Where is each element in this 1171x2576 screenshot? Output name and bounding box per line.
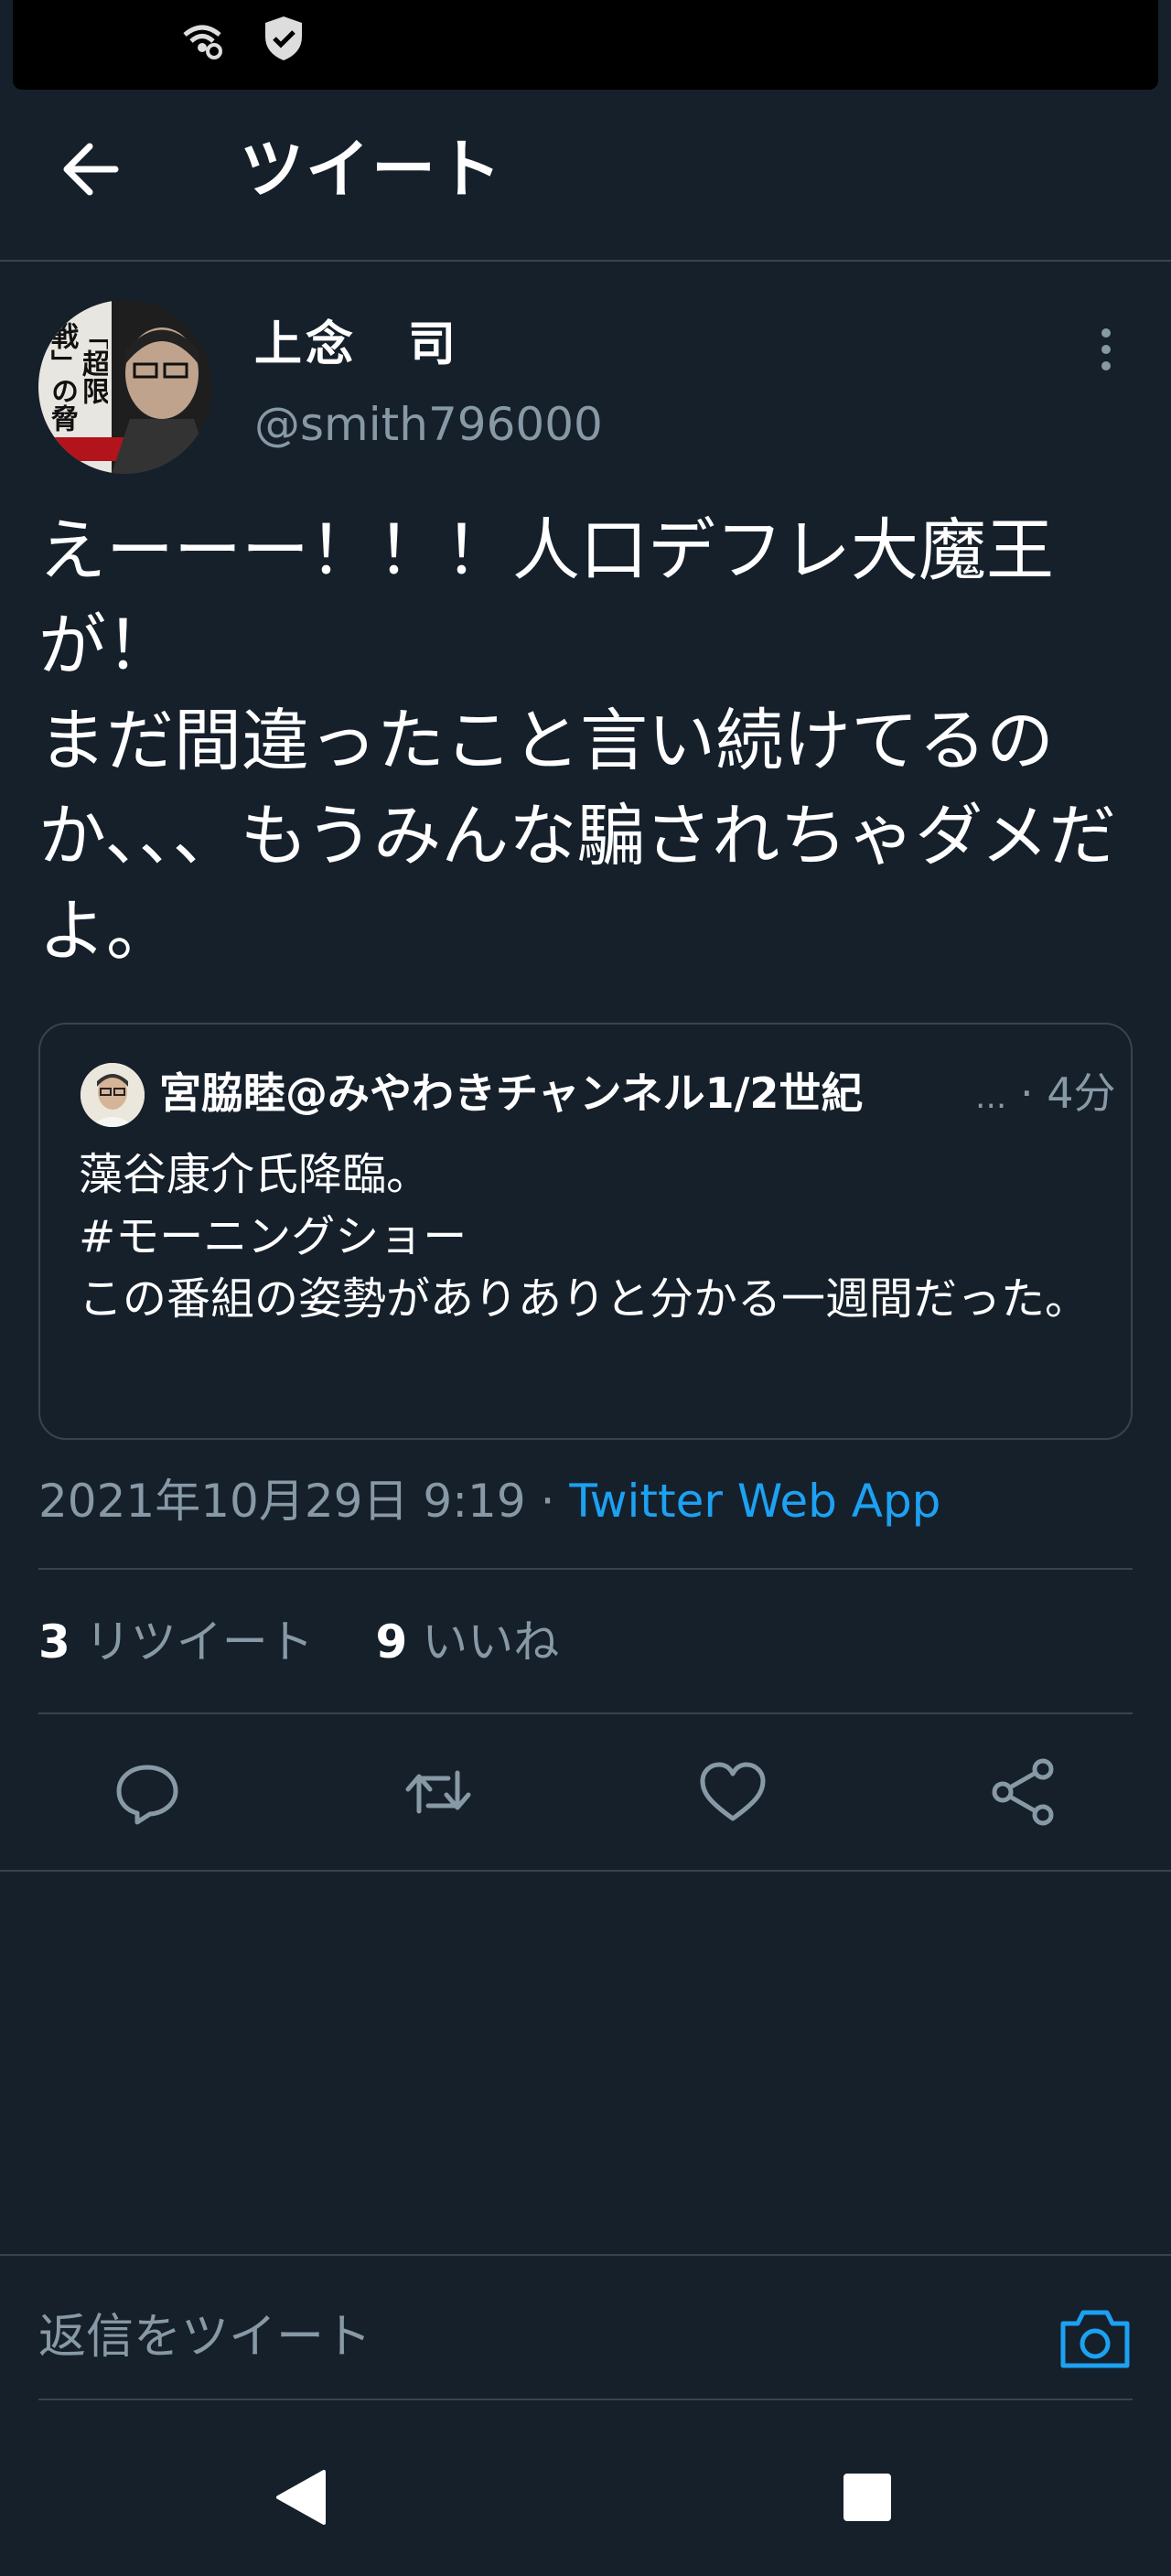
- status-bar: [13, 0, 1158, 90]
- wifi-calling-icon: [179, 18, 225, 60]
- reply-icon: [116, 1765, 178, 1825]
- back-button[interactable]: [51, 128, 134, 210]
- camera-button[interactable]: [1054, 2298, 1136, 2380]
- share-button[interactable]: [983, 1751, 1065, 1833]
- likes-count: 9: [375, 1615, 408, 1669]
- like-icon: [700, 1762, 766, 1821]
- shield-check-icon: [262, 15, 306, 62]
- quoted-avatar-image: [81, 1063, 145, 1127]
- divider: [38, 2399, 1133, 2400]
- tweet-timestamp: 2021年10月29日 9:19: [38, 1475, 526, 1528]
- quoted-name-ellipsis: ...: [975, 1079, 1007, 1116]
- author-handle[interactable]: @smith796000: [254, 395, 603, 454]
- app-header: [0, 90, 1171, 262]
- like-button[interactable]: [692, 1751, 774, 1833]
- nav-back-button[interactable]: [265, 2461, 338, 2534]
- avatar-text: 「超限戦」の脅威: [44, 322, 108, 432]
- author-name[interactable]: 上念 司: [254, 313, 459, 377]
- retweets-stat[interactable]: 3 リツイート: [38, 1615, 314, 1669]
- divider: [38, 1712, 1133, 1714]
- divider: [0, 1870, 1171, 1872]
- divider: [0, 2254, 1171, 2256]
- tweet-source-link[interactable]: Twitter Web App: [569, 1475, 940, 1528]
- reply-button[interactable]: [106, 1751, 188, 1833]
- quoted-tweet-text: 藻谷康介氏降臨。 #モーニングショー この番組の姿勢がありありと分かる一週間だっ…: [79, 1149, 1090, 1325]
- quoted-author-avatar: [81, 1063, 145, 1127]
- more-button[interactable]: [1083, 322, 1129, 377]
- quoted-time-separator: ·: [1019, 1068, 1047, 1118]
- likes-stat[interactable]: 9 いいね: [376, 1615, 560, 1669]
- tweet-meta: 2021年10月29日 9:19 · Twitter Web App: [38, 1469, 940, 1533]
- reply-input[interactable]: [38, 2296, 953, 2378]
- quoted-author-name: 宮脇睦@みやわきチャンネル1/2世紀: [159, 1068, 864, 1118]
- nav-recents-button[interactable]: [833, 2463, 902, 2532]
- meta-separator: ·: [525, 1475, 570, 1528]
- divider: [38, 1568, 1133, 1570]
- nav-back-icon: [276, 2470, 326, 2525]
- retweet-icon: [405, 1770, 471, 1814]
- retweets-label: リツイート: [84, 1615, 314, 1669]
- nav-recents-icon: [843, 2474, 891, 2521]
- quoted-time-value: 4分: [1047, 1068, 1116, 1118]
- tweet-text: えーーー！！！人口デフレ大魔王が！ まだ間違ったこと言い続けてるのか、、、もうみ…: [38, 511, 1117, 971]
- page-title: ツイート: [240, 132, 503, 207]
- share-icon: [992, 1758, 1054, 1826]
- back-arrow-icon: [63, 143, 119, 196]
- tweet-stats: 3 リツイート 9 いいね: [38, 1610, 559, 1674]
- retweet-button[interactable]: [397, 1751, 479, 1833]
- likes-label: いいね: [422, 1615, 560, 1669]
- author-avatar[interactable]: 「超限戦」の脅威: [38, 300, 212, 474]
- retweets-count: 3: [38, 1615, 70, 1669]
- camera-icon: [1060, 2310, 1130, 2368]
- quoted-time: ... · 4分: [975, 1061, 1116, 1130]
- more-vertical-icon: [1101, 328, 1111, 370]
